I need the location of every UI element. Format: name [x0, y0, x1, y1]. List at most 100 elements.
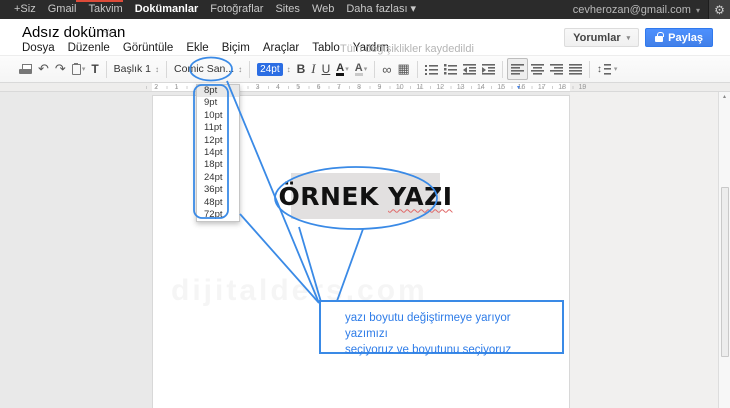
ruler-number: 5: [288, 83, 308, 92]
toolbar-separator: [502, 61, 503, 78]
ruler-number: 7: [329, 83, 349, 92]
link-icon: ∞: [382, 62, 391, 77]
font-size-option[interactable]: 11pt: [197, 122, 239, 134]
active-product-indicator: [76, 0, 123, 2]
toolbar-separator: [589, 61, 590, 78]
sample-heading-text: ÖRNEK YAZI: [278, 182, 452, 211]
google-top-bar: +SizGmailTakvimDokümanlarFotoğraflarSite…: [0, 0, 730, 19]
font-size-select[interactable]: 24pt↕: [254, 58, 293, 80]
scroll-up-arrow-icon[interactable]: ▴: [719, 93, 730, 100]
justify-button[interactable]: [566, 58, 585, 80]
topbar-account-area: cevherozan@gmail.com ▾ ⚙: [573, 0, 730, 19]
topbar-nav-item[interactable]: Sites: [269, 0, 305, 19]
align-left-icon: [511, 64, 524, 75]
numbered-list-icon: [425, 64, 438, 75]
right-margin-marker[interactable]: ▾: [517, 84, 520, 91]
numbered-list-button[interactable]: [422, 58, 441, 80]
scrollbar-thumb[interactable]: [721, 187, 729, 357]
font-size-option[interactable]: 14pt: [197, 147, 239, 159]
topbar-nav-item[interactable]: Daha fazlası ▾: [340, 0, 422, 19]
font-size-option[interactable]: 48pt: [197, 197, 239, 209]
callout-text-line: seçiyoruz ve boyutunu seçiyoruz: [345, 343, 554, 359]
bullet-list-button[interactable]: [441, 58, 460, 80]
menu-item[interactable]: Araçlar: [263, 42, 299, 54]
ruler-number: 12: [430, 83, 450, 92]
ruler-number: 17: [532, 83, 552, 92]
align-center-button[interactable]: [528, 58, 547, 80]
menu-item[interactable]: Biçim: [222, 42, 250, 54]
font-size-option[interactable]: 36pt: [197, 184, 239, 196]
insert-link-button[interactable]: ∞: [379, 58, 394, 80]
font-size-option[interactable]: 9pt: [197, 97, 239, 109]
align-right-button[interactable]: [547, 58, 566, 80]
web-clipboard-button[interactable]: ▾: [69, 58, 89, 80]
line-spacing-button[interactable]: ↕▾: [594, 58, 621, 80]
gear-button[interactable]: ⚙: [708, 0, 730, 19]
font-size-option[interactable]: 24pt: [197, 172, 239, 184]
text-color-button[interactable]: A▾: [333, 58, 351, 80]
menu-item[interactable]: Dosya: [22, 42, 55, 54]
undo-button[interactable]: ↶: [35, 58, 52, 80]
topbar-nav-item[interactable]: +Siz: [8, 0, 42, 19]
vertical-scrollbar[interactable]: ▴: [718, 92, 730, 408]
justify-icon: [569, 64, 582, 75]
align-right-icon: [550, 64, 563, 75]
underline-button[interactable]: U: [319, 58, 334, 80]
font-family-select[interactable]: Comic San...↕: [171, 58, 245, 80]
annotation-callout-box: yazı boyutu değiştirmeye yarıyor yazımız…: [319, 300, 564, 354]
font-size-option[interactable]: 8pt: [197, 85, 239, 97]
menu-item[interactable]: Tablo: [312, 42, 340, 54]
paint-format-icon: T: [91, 62, 98, 76]
star-icon[interactable]: ☆: [103, 26, 114, 40]
clipboard-icon: [72, 64, 81, 75]
italic-button[interactable]: I: [308, 58, 318, 80]
topbar-nav-item[interactable]: Dokümanlar: [129, 0, 205, 19]
topbar-nav-item[interactable]: Web: [306, 0, 340, 19]
image-icon: ▦: [398, 61, 410, 77]
font-size-option[interactable]: 72pt: [197, 209, 239, 221]
chevron-down-icon: ▾: [614, 65, 618, 73]
insert-image-button[interactable]: ▦: [395, 58, 413, 80]
chevron-down-icon: ▾: [627, 34, 631, 42]
align-left-button[interactable]: [507, 58, 528, 80]
topbar-nav-item[interactable]: Takvim: [82, 0, 128, 19]
redo-button[interactable]: ↷: [52, 58, 69, 80]
share-button[interactable]: Paylaş: [645, 28, 713, 47]
ruler-number: 3: [247, 83, 267, 92]
menu-item[interactable]: Ekle: [186, 42, 208, 54]
chevron-down-icon: ▾: [364, 65, 368, 73]
outdent-button[interactable]: [460, 58, 479, 80]
print-button[interactable]: [16, 58, 35, 80]
highlight-icon: A: [355, 63, 363, 76]
highlight-color-button[interactable]: A▾: [352, 58, 370, 80]
ruler-number: 14: [471, 83, 491, 92]
canvas-left-margin: [0, 92, 152, 408]
font-size-option[interactable]: 12pt: [197, 135, 239, 147]
ruler-number: 9: [369, 83, 389, 92]
print-icon: [19, 64, 32, 75]
bold-button[interactable]: B: [294, 58, 309, 80]
font-size-option[interactable]: 10pt: [197, 110, 239, 122]
updown-icon: ↕: [155, 65, 159, 74]
indent-button[interactable]: [479, 58, 498, 80]
styles-select[interactable]: Başlık 1↕: [111, 58, 162, 80]
menu-item[interactable]: Görüntüle: [123, 42, 174, 54]
toolbar-separator: [249, 61, 250, 78]
paint-format-button[interactable]: T: [88, 58, 101, 80]
align-center-icon: [531, 64, 544, 75]
account-email-menu[interactable]: cevherozan@gmail.com ▾: [573, 4, 708, 16]
comments-button[interactable]: Yorumlar ▾: [564, 28, 639, 47]
gear-icon: ⚙: [714, 3, 725, 17]
topbar-nav-item[interactable]: Gmail: [42, 0, 83, 19]
ruler-number: 4: [268, 83, 288, 92]
menu-item[interactable]: Düzenle: [68, 42, 110, 54]
ruler-number: 1: [166, 83, 186, 92]
outdent-icon: [463, 64, 476, 75]
topbar-nav-item[interactable]: Fotoğraflar: [204, 0, 269, 19]
selected-text-highlight[interactable]: ÖRNEK YAZI: [291, 173, 440, 219]
menu-bar: Dosya Düzenle Görüntüle Ekle Biçim Araçlar Tab…: [22, 42, 389, 54]
save-status: Tüm değişiklikler kaydedildi: [340, 43, 474, 55]
font-size-option[interactable]: 18pt: [197, 159, 239, 171]
ruler-number: 8: [349, 83, 369, 92]
underline-icon: U: [322, 62, 331, 76]
